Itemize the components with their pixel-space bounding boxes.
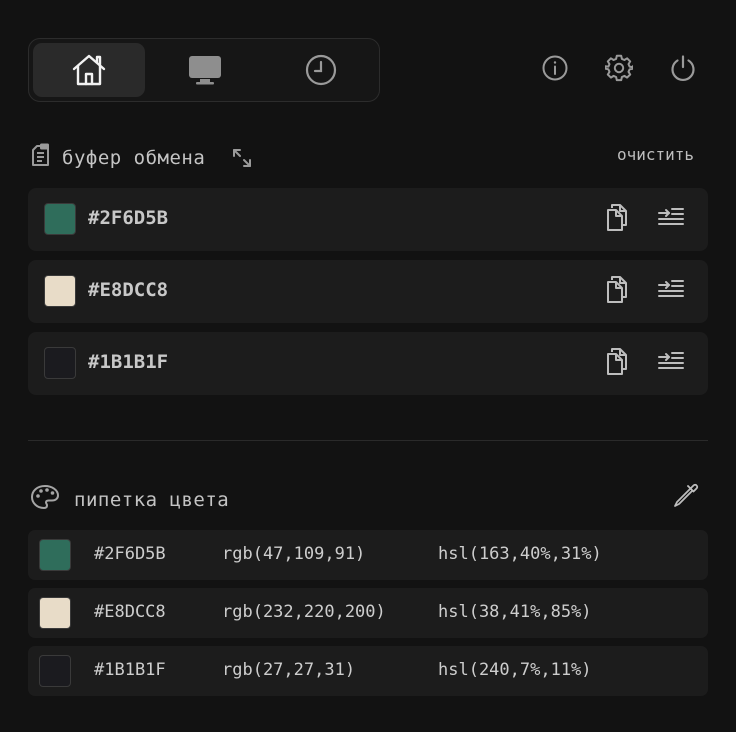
list-insert-icon xyxy=(657,204,685,234)
insert-button[interactable] xyxy=(656,204,686,234)
insert-button[interactable] xyxy=(656,276,686,306)
gear-icon xyxy=(604,54,634,86)
copy-icon xyxy=(604,274,630,308)
info-button[interactable] xyxy=(540,55,570,85)
color-swatch xyxy=(39,655,71,687)
tab-display[interactable] xyxy=(149,43,261,97)
list-insert-icon xyxy=(657,276,685,306)
color-swatch xyxy=(44,203,76,235)
insert-button[interactable] xyxy=(656,348,686,378)
hex-value[interactable]: #1B1B1F xyxy=(94,660,166,680)
clipboard-title: буфер обмена xyxy=(62,146,206,169)
home-icon xyxy=(71,53,107,87)
picker-header: пипетка цвета xyxy=(30,484,229,515)
monitor-icon xyxy=(187,54,223,86)
power-icon xyxy=(669,54,697,86)
settings-button[interactable] xyxy=(604,54,634,86)
picker-title: пипетка цвета xyxy=(74,488,230,511)
clock-icon xyxy=(304,53,338,87)
picker-row[interactable]: #1B1B1F rgb(27,27,31) hsl(240,7%,11%) xyxy=(28,646,708,696)
copy-icon xyxy=(604,202,630,236)
list-insert-icon xyxy=(657,348,685,378)
hsl-value[interactable]: hsl(240,7%,11%) xyxy=(438,660,592,680)
tab-home[interactable] xyxy=(33,43,145,97)
clipboard-header: буфер обмена xyxy=(30,142,253,173)
color-swatch xyxy=(44,275,76,307)
rgb-value[interactable]: rgb(47,109,91) xyxy=(222,544,365,564)
power-button[interactable] xyxy=(668,55,698,85)
clipboard-row[interactable]: #E8DCC8 xyxy=(28,260,708,323)
copy-button[interactable] xyxy=(602,276,632,306)
color-swatch xyxy=(39,597,71,629)
picker-row[interactable]: #E8DCC8 rgb(232,220,200) hsl(38,41%,85%) xyxy=(28,588,708,638)
clear-button[interactable]: очистить xyxy=(617,145,694,164)
hex-value: #1B1B1F xyxy=(88,351,169,373)
picker-row[interactable]: #2F6D5B rgb(47,109,91) hsl(163,40%,31%) xyxy=(28,530,708,580)
rgb-value[interactable]: rgb(232,220,200) xyxy=(222,602,386,622)
clipboard-row[interactable]: #1B1B1F xyxy=(28,332,708,395)
hsl-value[interactable]: hsl(38,41%,85%) xyxy=(438,602,592,622)
color-swatch xyxy=(44,347,76,379)
hex-value[interactable]: #E8DCC8 xyxy=(94,602,166,622)
expand-icon[interactable] xyxy=(231,147,253,169)
eyedropper-icon xyxy=(671,480,699,512)
section-divider xyxy=(28,440,708,441)
copy-icon xyxy=(604,346,630,380)
main-tab-bar xyxy=(28,38,380,102)
hex-value[interactable]: #2F6D5B xyxy=(94,544,166,564)
tab-history[interactable] xyxy=(265,43,377,97)
hsl-value[interactable]: hsl(163,40%,31%) xyxy=(438,544,602,564)
info-icon xyxy=(541,54,569,86)
clipboard-icon xyxy=(30,142,52,173)
copy-button[interactable] xyxy=(602,204,632,234)
color-swatch xyxy=(39,539,71,571)
copy-button[interactable] xyxy=(602,348,632,378)
palette-icon xyxy=(30,484,60,515)
rgb-value[interactable]: rgb(27,27,31) xyxy=(222,660,355,680)
pipette-button[interactable] xyxy=(670,481,700,511)
hex-value: #2F6D5B xyxy=(88,207,169,229)
hex-value: #E8DCC8 xyxy=(88,279,169,301)
clipboard-row[interactable]: #2F6D5B xyxy=(28,188,708,251)
